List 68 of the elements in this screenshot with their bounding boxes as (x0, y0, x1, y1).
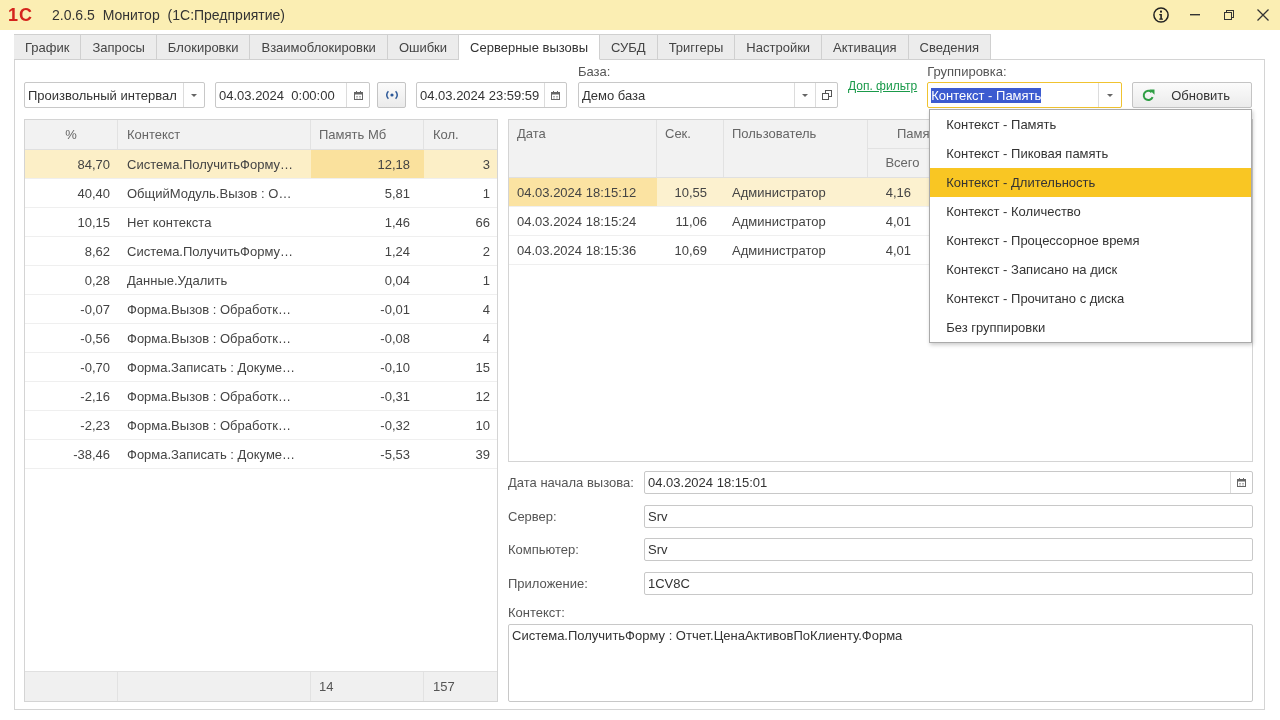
table-cell-text: -0,08 (379, 329, 411, 348)
field-label: Группировка: (927, 64, 1008, 80)
table-cell-text: 2 (481, 242, 491, 261)
table-cell-text: 5,81 (383, 184, 411, 203)
table-cell-text: 39 (474, 445, 491, 464)
field-label: Дата начала вызова: (508, 474, 635, 492)
table-cell-text: 84,70 (76, 155, 111, 174)
table-cell-text: Администратор (731, 241, 827, 260)
table-cell-text: -0,32 (379, 416, 411, 435)
window-title: 2.0.6.5 Монитор (1С:Предприятие) (52, 7, 285, 23)
table-cell-text: Администратор (731, 183, 827, 202)
total-cell: 14 (311, 672, 424, 701)
table-cell-text: Система.ПолучитьФорму… (126, 242, 295, 261)
table-cell-text: 10,69 (673, 241, 708, 260)
table-cell-text: -38,46 (72, 445, 111, 464)
table-cell-text: Форма.Вызов : Обработк… (126, 300, 292, 319)
table-cell-text: -0,70 (79, 358, 111, 377)
table-cell-text: Форма.Вызов : Обработк… (126, 416, 292, 435)
table-cell-text: ОбщийМодуль.Вызов : О… (126, 184, 293, 203)
field-label: Компьютер: (508, 541, 580, 559)
table-cell-text: Администратор (731, 212, 827, 231)
combobox-value: Контекст - Память (931, 87, 1042, 103)
table-cell-text: -0,01 (379, 300, 411, 319)
field-label: База: (578, 64, 612, 80)
table-cell-text: -0,10 (379, 358, 411, 377)
table-cell-text: 3 (481, 155, 491, 174)
table-cell-text: Форма.Записать : Докуме… (126, 445, 297, 464)
table-cell-text: 10,15 (76, 213, 111, 232)
table-cell-text: 40,40 (76, 184, 111, 203)
table-cell-text: 4 (481, 329, 491, 348)
field-label: Контекст: (508, 604, 566, 620)
table-cell-text: 8,62 (83, 242, 111, 261)
table-cell-text: -0,07 (79, 300, 111, 319)
table-cell-text: 1,46 (383, 213, 411, 232)
table-cell-text: Данные.Удалить (126, 271, 229, 290)
table-cell-text: 4,16 (884, 183, 912, 202)
table-cell-text: Форма.Вызов : Обработк… (126, 387, 292, 406)
table-cell-text: 4,01 (884, 241, 912, 260)
table-cell-text: -0,31 (379, 387, 411, 406)
app-logo: 1С (8, 4, 34, 26)
table-cell-text: 0,28 (83, 271, 111, 290)
table-cell-text: 1,24 (383, 242, 411, 261)
table-cell-text: 66 (474, 213, 491, 232)
field-label: Сервер: (508, 507, 558, 526)
table-cell-text: -5,53 (379, 445, 411, 464)
table-cell-text: 0,04 (383, 271, 411, 290)
table-cell-text: -2,16 (79, 387, 111, 406)
table-cell-text: 11,06 (674, 212, 708, 231)
table-cell-text: 4 (481, 300, 491, 319)
table-cell-text: Форма.Записать : Докуме… (126, 358, 297, 377)
table-cell-text: 12 (474, 387, 491, 406)
table-cell-text: Нет контекста (126, 213, 213, 232)
table-cell-text: 10 (474, 416, 491, 435)
table-cell-text: 04.03.2024 18:15:24 (516, 212, 638, 231)
total-cell-text: 157 (432, 678, 456, 696)
table-cell-text: 15 (474, 358, 491, 377)
table-cell: 12,18 (311, 150, 424, 178)
table-cell-text: 1 (481, 271, 491, 290)
table-cell-text: Форма.Вызов : Обработк… (126, 329, 292, 348)
table-cell-text: -0,56 (79, 329, 111, 348)
table-cell-text: 04.03.2024 18:15:36 (516, 241, 638, 260)
table-cell-text: 10,55 (673, 183, 708, 202)
table-cell-text: Система.ПолучитьФорму… (126, 155, 295, 174)
table-cell-text: 1 (481, 184, 491, 203)
field-label: Приложение: (508, 574, 589, 593)
table-cell: 04.03.2024 18:15:12 (509, 178, 657, 206)
table-cell-text: 4,01 (884, 212, 912, 231)
table-cell-text: -2,23 (79, 416, 111, 435)
